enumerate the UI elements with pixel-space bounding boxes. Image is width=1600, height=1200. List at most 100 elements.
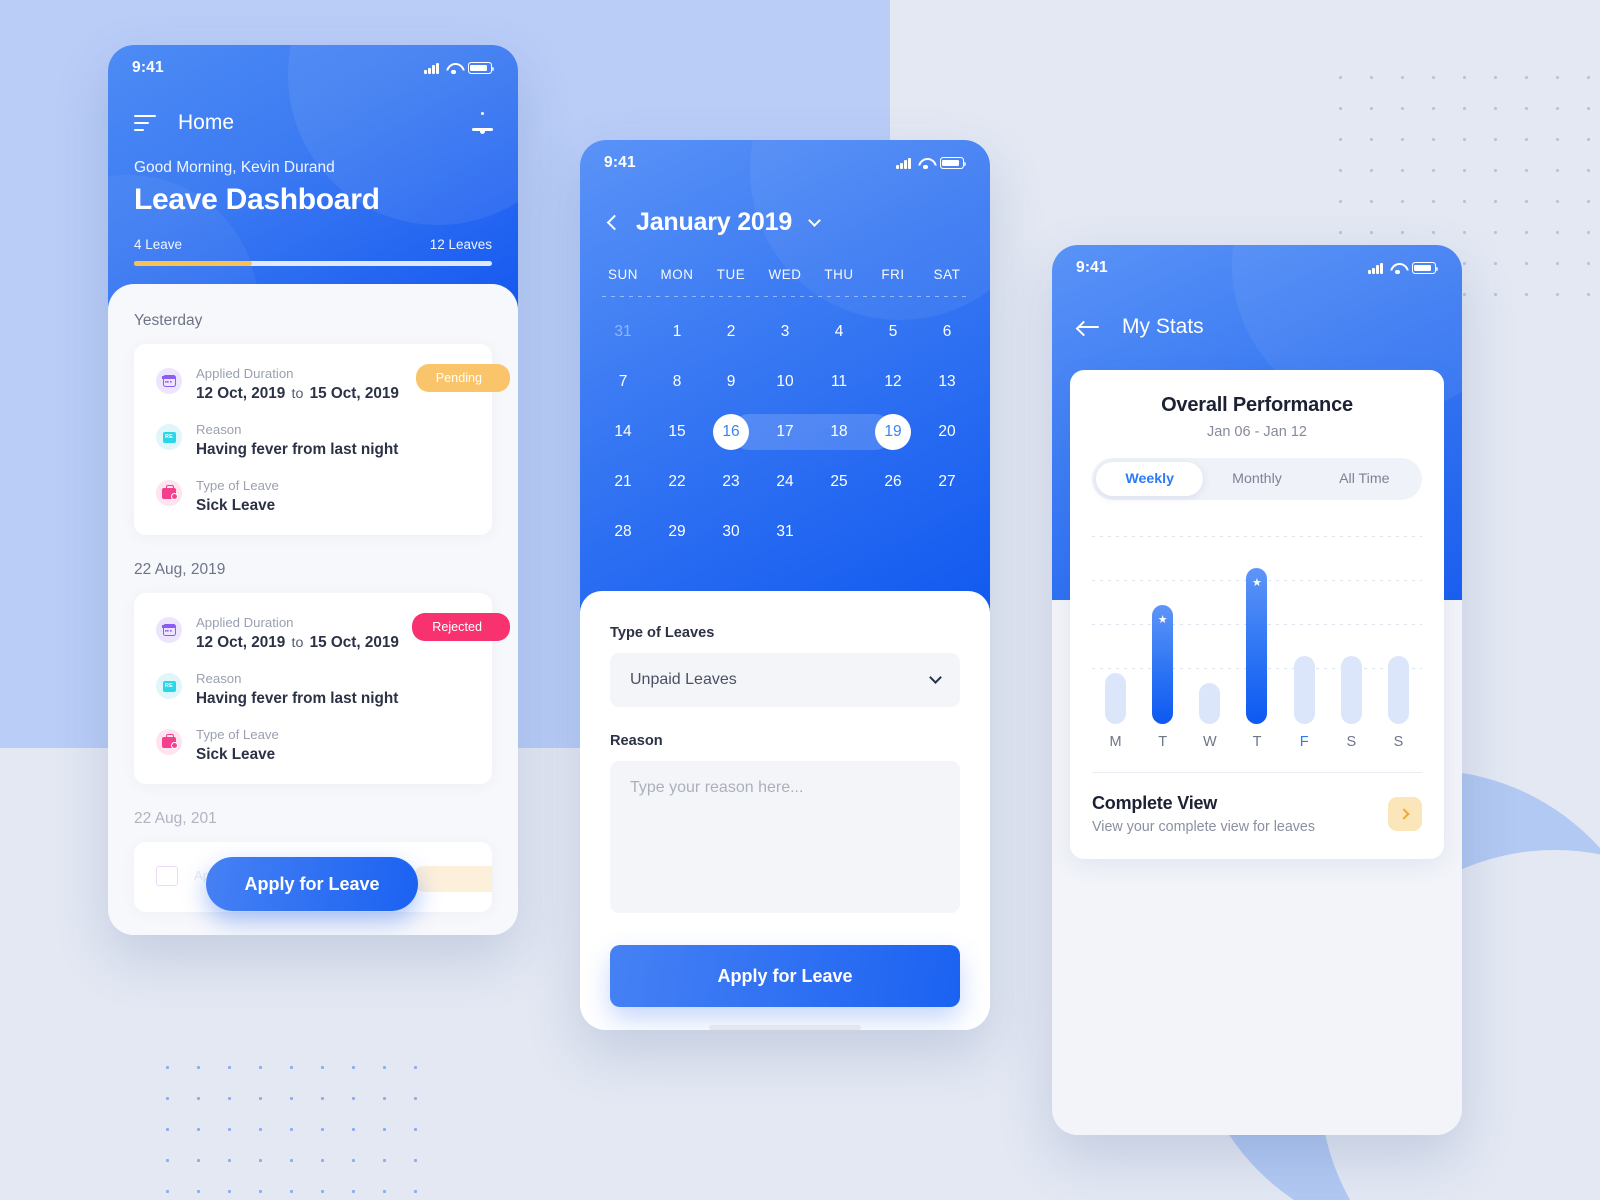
greeting-text: Good Morning, Kevin Durand	[134, 159, 335, 176]
calendar-day-20[interactable]: 20	[920, 407, 974, 457]
calendar-day-11[interactable]: 11	[812, 357, 866, 407]
stats-content: Overall Performance Jan 06 - Jan 12 Week…	[1052, 370, 1462, 1135]
status-time: 9:41	[1076, 259, 1108, 276]
calendar-day-7[interactable]: 7	[596, 357, 650, 407]
type-of-leaves-select[interactable]: Unpaid Leaves	[610, 653, 960, 707]
chart-bar-S-6	[1375, 548, 1422, 724]
duration-from: 12 Oct, 2019	[196, 634, 286, 651]
battery-icon	[1412, 262, 1439, 274]
calendar-day-18[interactable]: 18	[812, 407, 866, 457]
reason-input[interactable]: Type your reason here...	[610, 761, 960, 913]
day-of-week-label: THU	[824, 267, 854, 282]
status-badge-placeholder	[412, 866, 492, 892]
calendar-day-19[interactable]: 19	[866, 407, 920, 457]
calendar-day-31[interactable]: 31	[596, 307, 650, 357]
complete-view-title: Complete View	[1092, 793, 1218, 813]
calendar-icon	[156, 368, 182, 394]
performance-title: Overall Performance	[1161, 394, 1353, 416]
calendar-day-4[interactable]: 4	[812, 307, 866, 357]
calendar-header: 9:41 January 2019 SUN MON TUE WED THU FRI SAT …	[580, 140, 990, 613]
calendar-day-empty	[866, 507, 920, 557]
phone-screen-my-stats: 9:41 My Stats Overall Performance Jan 06…	[1052, 245, 1462, 1135]
calendar-day-25[interactable]: 25	[812, 457, 866, 507]
month-title: January 2019	[636, 208, 793, 236]
page-title: My Stats	[1122, 315, 1204, 338]
chart-bar-W-2	[1186, 548, 1233, 724]
day-of-week-label: SAT	[933, 267, 961, 282]
menu-icon[interactable]	[134, 114, 156, 132]
complete-view-row[interactable]: Complete View View your complete view fo…	[1092, 773, 1422, 859]
calendar-day-17[interactable]: 17	[758, 407, 812, 457]
chart-x-label-3: T	[1252, 734, 1262, 750]
calendar-day-2[interactable]: 2	[704, 307, 758, 357]
calendar-grid: 31 1 2 3 4 5 6 7 8 9 10 11 12 13 14 15 16 17 18 19 20 21 22 23 2…	[580, 297, 990, 557]
leave-progress-bar	[134, 261, 492, 266]
calendar-day-21[interactable]: 21	[596, 457, 650, 507]
calendar-day-5[interactable]: 5	[866, 307, 920, 357]
apply-for-leave-button[interactable]: Apply for Leave	[610, 945, 960, 1007]
calendar-day-6[interactable]: 6	[920, 307, 974, 357]
chevron-down-icon[interactable]	[808, 213, 821, 227]
chart-x-label-0: M	[1109, 734, 1122, 750]
type-of-leave-label: Type of Leave	[196, 478, 279, 493]
tab-monthly[interactable]: Monthly	[1203, 462, 1310, 496]
calendar-day-1[interactable]: 1	[650, 307, 704, 357]
calendar-day-empty	[920, 507, 974, 557]
tab-weekly[interactable]: Weekly	[1096, 462, 1204, 496]
wifi-icon	[918, 158, 933, 170]
tab-all-time[interactable]: All Time	[1311, 462, 1418, 496]
duration-join: to	[291, 386, 304, 402]
calendar-day-9[interactable]: 9	[704, 357, 758, 407]
type-of-leave-value: Sick Leave	[196, 497, 276, 514]
home-header: 9:41 Home Good Morning, Kevin Durand Lea…	[108, 45, 518, 310]
chart-x-labels: MTWTFSS	[1092, 734, 1422, 750]
bell-icon[interactable]	[472, 111, 493, 135]
calendar-day-14[interactable]: 14	[596, 407, 650, 457]
type-of-leave-label: Type of Leave	[196, 727, 279, 742]
leave-card[interactable]: Rejected Applied Duration 12 Oct, 2019 t…	[134, 593, 510, 784]
apply-for-leave-button[interactable]: Apply for Leave	[206, 857, 418, 911]
calendar-day-27[interactable]: 27	[920, 457, 974, 507]
star-icon: ★	[1157, 614, 1168, 626]
leave-card[interactable]: Pending Applied Duration 12 Oct, 2019 to…	[134, 344, 510, 535]
calendar-day-empty	[812, 507, 866, 557]
calendar-day-13[interactable]: 13	[920, 357, 974, 407]
leave-total-label: 12 Leaves	[429, 237, 492, 252]
chart-x-label-4: F	[1299, 734, 1309, 750]
calendar-day-3[interactable]: 3	[758, 307, 812, 357]
section-label-date: 22 Aug, 2019	[134, 561, 226, 578]
calendar-day-10[interactable]: 10	[758, 357, 812, 407]
chart-bar-T-3: ★	[1233, 548, 1280, 724]
day-of-week-label: TUE	[716, 267, 746, 282]
applied-duration-label: Applied Duration	[196, 366, 294, 381]
calendar-day-15[interactable]: 15	[650, 407, 704, 457]
battery-icon	[468, 62, 495, 74]
phone-screen-home: 9:41 Home Good Morning, Kevin Durand Lea…	[108, 45, 518, 935]
calendar-day-22[interactable]: 22	[650, 457, 704, 507]
previous-month-icon[interactable]	[606, 214, 623, 231]
calendar-day-23[interactable]: 23	[704, 457, 758, 507]
day-of-week-label: FRI	[881, 267, 905, 282]
back-arrow-icon[interactable]	[1078, 320, 1100, 334]
calendar-day-26[interactable]: 26	[866, 457, 920, 507]
nav-title: Home	[178, 111, 235, 134]
leave-used-label: 4 Leave	[134, 237, 183, 252]
duration-to: 15 Oct, 2019	[309, 385, 399, 402]
chart-bar-T-1: ★	[1139, 548, 1186, 724]
chart-x-label-1: T	[1158, 734, 1168, 750]
section-label-yesterday: Yesterday	[134, 312, 203, 329]
chevron-down-icon	[929, 671, 942, 684]
duration-to: 15 Oct, 2019	[309, 634, 399, 651]
leave-type-icon	[156, 729, 182, 755]
calendar-day-31[interactable]: 31	[758, 507, 812, 557]
calendar-day-28[interactable]: 28	[596, 507, 650, 557]
calendar-day-12[interactable]: 12	[866, 357, 920, 407]
complete-view-chevron-right-button[interactable]	[1388, 797, 1422, 831]
calendar-day-29[interactable]: 29	[650, 507, 704, 557]
chart-bar-M-0	[1092, 548, 1139, 724]
calendar-day-8[interactable]: 8	[650, 357, 704, 407]
calendar-day-30[interactable]: 30	[704, 507, 758, 557]
calendar-day-16[interactable]: 16	[704, 407, 758, 457]
calendar-day-24[interactable]: 24	[758, 457, 812, 507]
reason-icon: RE	[156, 424, 182, 450]
